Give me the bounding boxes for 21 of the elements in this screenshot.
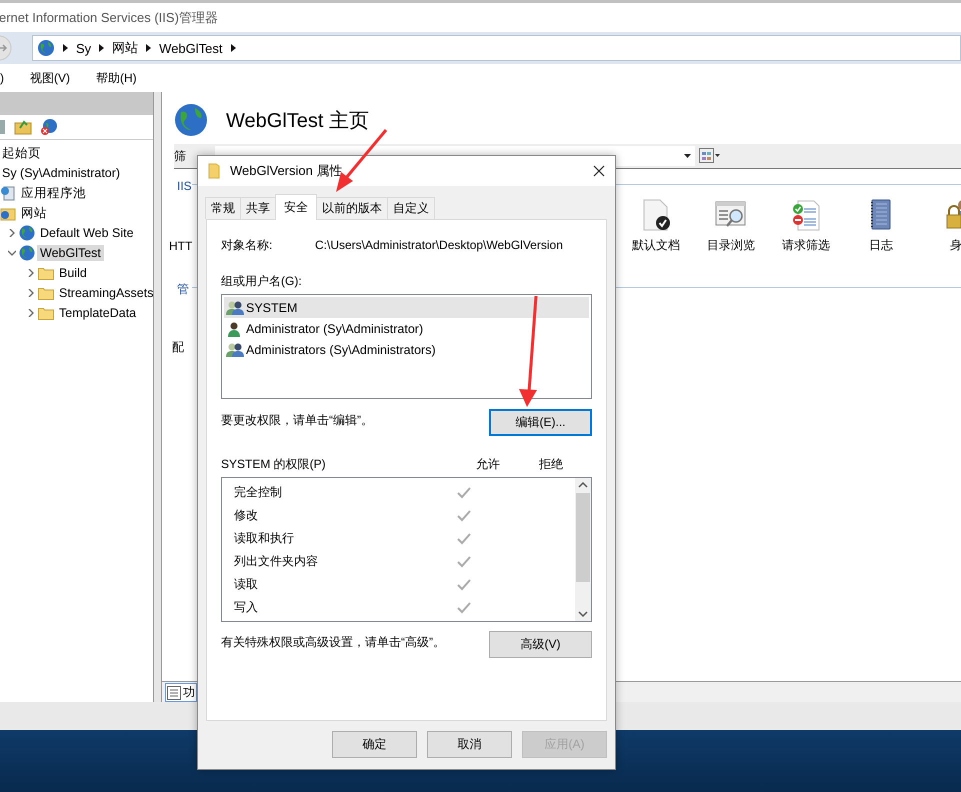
permission-name: 完全控制 bbox=[234, 484, 283, 501]
permission-name: 读取和执行 bbox=[234, 530, 295, 547]
permission-name: 读取 bbox=[234, 576, 259, 593]
group-label: HTT bbox=[169, 239, 192, 255]
filter-label: 筛 bbox=[174, 148, 187, 164]
dialog-title: WebGlVersion 属性 bbox=[230, 162, 344, 180]
group-label: 管 bbox=[177, 281, 190, 298]
principals-label: 组或用户名(G): bbox=[221, 273, 303, 289]
permissions-label: SYSTEM 的权限(P) bbox=[221, 456, 327, 472]
permission-name: 列出文件夹内容 bbox=[234, 553, 319, 570]
permission-name: 修改 bbox=[234, 507, 259, 524]
column-header: 拒绝 bbox=[539, 456, 564, 472]
object-path: C:\Users\Administrator\Desktop\WebGlVersion bbox=[315, 238, 563, 252]
advanced-hint: 有关特殊权限或高级设置，请单击“高级”。 bbox=[221, 634, 445, 651]
group-label: IIS bbox=[177, 179, 192, 195]
group-label: 配 bbox=[172, 339, 185, 356]
page-title: WebGlTest 主页 bbox=[226, 108, 369, 134]
object-name-label: 对象名称: bbox=[221, 236, 274, 254]
permission-name: 写入 bbox=[234, 599, 259, 616]
edit-hint: 要更改权限，请单击“编辑”。 bbox=[221, 412, 373, 429]
column-header: 允许 bbox=[476, 456, 501, 472]
